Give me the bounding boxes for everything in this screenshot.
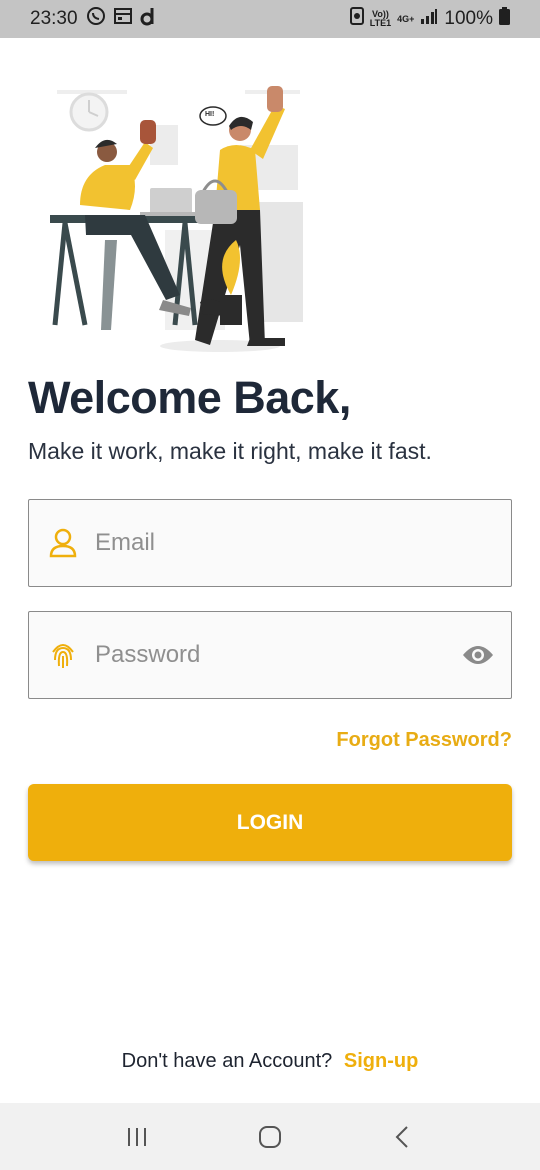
battery-icon	[499, 7, 510, 31]
home-icon[interactable]	[250, 1117, 290, 1157]
password-field[interactable]	[28, 611, 512, 699]
page-title: Welcome Back,	[28, 372, 351, 423]
sync-icon	[349, 7, 364, 31]
fingerprint-icon	[47, 639, 79, 671]
login-button[interactable]: LOGIN	[28, 784, 512, 861]
email-field[interactable]	[28, 499, 512, 587]
signup-row: Don't have an Account? Sign-up	[0, 1050, 540, 1073]
app-d-icon	[140, 6, 156, 32]
no-account-text: Don't have an Account?	[121, 1050, 333, 1072]
email-input[interactable]	[95, 529, 435, 557]
signal-icon	[420, 8, 438, 30]
status-time: 23:30	[30, 8, 78, 29]
calendar-icon	[113, 7, 132, 31]
status-right: Vo)) LTE1 4G+ 100%	[349, 7, 510, 31]
battery-percent: 100%	[444, 8, 493, 29]
status-bar: 23:30 Vo)) LTE1 4G+ 100%	[0, 0, 540, 38]
person-icon	[47, 527, 79, 559]
forgot-password-link[interactable]: Forgot Password?	[336, 729, 512, 752]
back-icon[interactable]	[383, 1117, 423, 1157]
whatsapp-icon	[86, 6, 106, 32]
network-label-bottom: LTE1	[369, 18, 392, 28]
network-label: Vo)) LTE1	[370, 10, 391, 28]
page-subtitle: Make it work, make it right, make it fas…	[28, 438, 432, 464]
signup-link[interactable]: Sign-up	[344, 1050, 418, 1072]
recent-apps-icon[interactable]	[117, 1117, 157, 1157]
status-left: 23:30	[30, 6, 156, 32]
signal-type: 4G+	[397, 13, 415, 24]
office-illustration: HI!	[45, 80, 310, 360]
system-nav-bar	[0, 1103, 540, 1170]
password-input[interactable]	[95, 641, 435, 669]
speech-bubble-text: HI!	[205, 111, 215, 118]
eye-icon[interactable]	[461, 638, 495, 672]
